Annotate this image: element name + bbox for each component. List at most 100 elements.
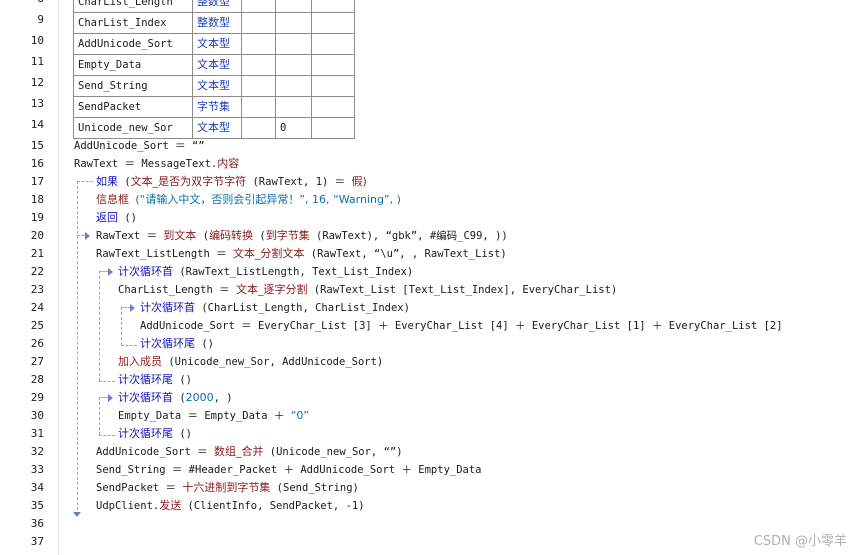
function-name: 加入成员	[118, 355, 162, 368]
table-row[interactable]: CharList_Length 整数型	[73, 0, 355, 13]
var-static-cell[interactable]	[241, 96, 276, 118]
var-static-cell[interactable]	[241, 0, 276, 13]
code-text: AddUnicode_Sort ＝ “”	[74, 140, 205, 152]
var-static-cell[interactable]	[241, 33, 276, 55]
code-text: RawText_ListLength ＝	[96, 248, 233, 260]
var-array-cell[interactable]	[275, 0, 312, 13]
code-line-18[interactable]: 信息框 (“请输入中文，否则会引起异常！”, 16, “Warning”, )	[96, 191, 401, 209]
var-name-cell[interactable]: CharList_Index	[73, 12, 193, 34]
code-line-33[interactable]: Send_String ＝ #Header_Packet ＋ AddUnicod…	[96, 461, 482, 479]
var-name-cell[interactable]: Empty_Data	[73, 54, 193, 76]
table-row[interactable]: CharList_Index 整数型	[73, 12, 355, 34]
var-type-cell[interactable]: 字节集	[192, 96, 242, 118]
keyword: 计次循环尾	[118, 373, 173, 386]
line-number: 13	[30, 97, 44, 110]
var-note-cell[interactable]	[311, 33, 355, 55]
table-row[interactable]: Unicode_new_Sor 文本型 0	[73, 117, 355, 139]
code-line-30[interactable]: Empty_Data ＝ Empty_Data ＋ “0”	[118, 407, 309, 425]
var-type-cell[interactable]: 文本型	[192, 33, 242, 55]
var-name-cell[interactable]: CharList_Length	[73, 0, 193, 13]
var-name-cell[interactable]: AddUnicode_Sort	[73, 33, 193, 55]
code-line-32[interactable]: AddUnicode_Sort ＝ 数组_合并 (Unicode_new_Sor…	[96, 443, 403, 461]
line-number: 33	[30, 463, 44, 476]
code-line-35[interactable]: UdpClient.发送 (ClientInfo, SendPacket, -1…	[96, 497, 365, 515]
line-number: 32	[30, 445, 44, 458]
var-array-cell[interactable]	[275, 96, 312, 118]
code-line-16[interactable]: RawText ＝ MessageText.内容	[74, 155, 239, 173]
flow-arrow-icon	[108, 394, 113, 402]
code-text: AddUnicode_Sort ＝ EveryChar_List [3] ＋ E…	[140, 320, 783, 332]
var-array-cell[interactable]: 0	[275, 117, 312, 139]
code-line-15[interactable]: AddUnicode_Sort ＝ “”	[74, 137, 205, 155]
code-text: , )	[213, 392, 233, 404]
var-note-cell[interactable]	[311, 75, 355, 97]
var-note-cell[interactable]	[311, 117, 355, 139]
line-number: 25	[30, 319, 44, 332]
function-name: 文本_分割文本	[232, 247, 305, 260]
var-name-cell[interactable]: Unicode_new_Sor	[73, 117, 193, 139]
var-static-cell[interactable]	[241, 12, 276, 34]
line-number: 37	[30, 535, 44, 548]
function-name: 文本_是否为双字节字符	[130, 175, 247, 188]
line-number: 22	[30, 265, 44, 278]
code-text: ()	[173, 428, 192, 440]
code-line-20[interactable]: RawText ＝ 到文本 (编码转换 (到字节集 (RawText), “gb…	[96, 227, 508, 245]
var-type-cell[interactable]: 文本型	[192, 117, 242, 139]
code-line-25[interactable]: AddUnicode_Sort ＝ EveryChar_List [3] ＋ E…	[140, 317, 783, 335]
table-row[interactable]: SendPacket 字节集	[73, 96, 355, 118]
code-line-34[interactable]: SendPacket ＝ 十六进制到字节集 (Send_String)	[96, 479, 359, 497]
code-text: Send_String ＝ #Header_Packet ＋ AddUnicod…	[96, 464, 482, 476]
var-array-cell[interactable]	[275, 54, 312, 76]
table-row[interactable]: Empty_Data 文本型	[73, 54, 355, 76]
keyword: 如果	[96, 175, 118, 188]
line-number: 9	[37, 13, 44, 26]
var-type-cell[interactable]: 文本型	[192, 75, 242, 97]
code-line-29[interactable]: 计次循环首 (2000, )	[118, 389, 233, 407]
code-line-24[interactable]: 计次循环首 (CharList_Length, CharList_Index)	[140, 299, 410, 317]
line-number: 19	[30, 211, 44, 224]
code-line-22[interactable]: 计次循环首 (RawText_ListLength, Text_List_Ind…	[118, 263, 413, 281]
code-line-28[interactable]: 计次循环尾 ()	[118, 371, 192, 389]
function-name: 十六进制到字节集	[182, 481, 271, 494]
line-number: 21	[30, 247, 44, 260]
code-line-31[interactable]: 计次循环尾 ()	[118, 425, 192, 443]
code-line-23[interactable]: CharList_Length ＝ 文本_逐字分割 (RawText_List …	[118, 281, 617, 299]
var-static-cell[interactable]	[241, 117, 276, 139]
code-line-19[interactable]: 返回 ()	[96, 209, 137, 227]
code-text: ()	[173, 374, 192, 386]
code-text: AddUnicode_Sort ＝	[96, 446, 214, 458]
line-number: 29	[30, 391, 44, 404]
code-text: (Send_String)	[270, 482, 359, 494]
var-array-cell[interactable]	[275, 75, 312, 97]
code-line-17[interactable]: 如果 (文本_是否为双字节字符 (RawText, 1) ＝ 假)	[96, 173, 367, 191]
table-row[interactable]: Send_String 文本型	[73, 75, 355, 97]
flow-line-outer	[77, 181, 78, 515]
var-array-cell[interactable]	[275, 12, 312, 34]
line-number: 30	[30, 409, 44, 422]
table-row[interactable]: AddUnicode_Sort 文本型	[73, 33, 355, 55]
var-note-cell[interactable]	[311, 96, 355, 118]
var-name-cell[interactable]: SendPacket	[73, 96, 193, 118]
var-name-cell[interactable]: Send_String	[73, 75, 193, 97]
string-literal: (“请输入中文，否则会引起异常！”, 16, “Warning”, )	[135, 193, 401, 206]
var-note-cell[interactable]	[311, 12, 355, 34]
code-text: RawText ＝	[96, 230, 164, 242]
line-number: 16	[30, 157, 44, 170]
function-name: 信息框	[96, 193, 129, 206]
var-static-cell[interactable]	[241, 54, 276, 76]
code-line-26[interactable]: 计次循环尾 ()	[140, 335, 214, 353]
code-text: (RawText), “gbk”, #编码_C99, ))	[309, 230, 508, 242]
flow-arrow-icon	[130, 304, 135, 312]
var-static-cell[interactable]	[241, 75, 276, 97]
line-number: 34	[30, 481, 44, 494]
code-text: (	[253, 230, 266, 242]
code-line-27[interactable]: 加入成员 (Unicode_new_Sor, AddUnicode_Sort)	[118, 353, 383, 371]
var-note-cell[interactable]	[311, 0, 355, 13]
var-note-cell[interactable]	[311, 54, 355, 76]
var-type-cell[interactable]: 整数型	[192, 12, 242, 34]
function-name: 数组_合并	[213, 445, 264, 458]
var-type-cell[interactable]: 文本型	[192, 54, 242, 76]
var-array-cell[interactable]	[275, 33, 312, 55]
code-line-21[interactable]: RawText_ListLength ＝ 文本_分割文本 (RawText, “…	[96, 245, 507, 263]
var-type-cell[interactable]: 整数型	[192, 0, 242, 13]
